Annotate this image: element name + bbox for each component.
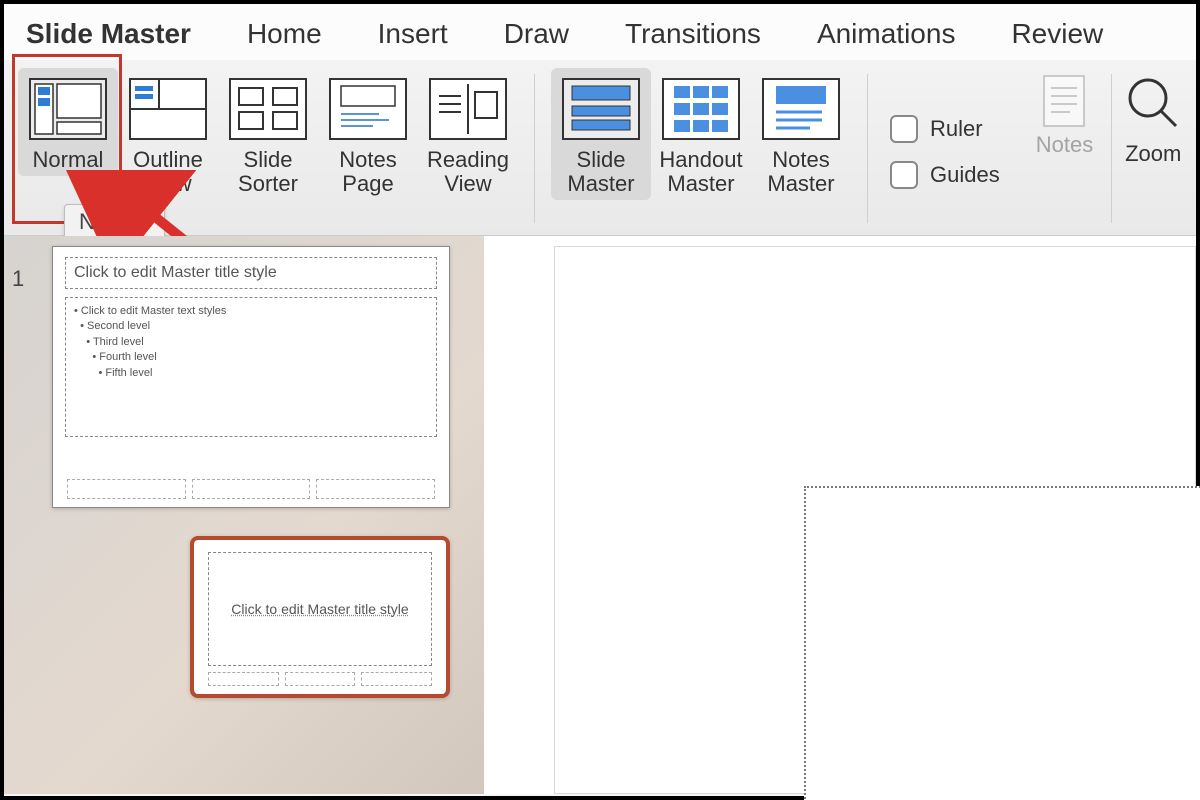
content-placeholder[interactable]: [804, 486, 1200, 800]
group-separator: [1111, 74, 1112, 223]
slide-sorter-icon: [227, 74, 309, 144]
normal-view-label: Normal: [33, 148, 104, 172]
slide-sorter-label: Slide Sorter: [238, 148, 298, 196]
handout-master-icon: [660, 74, 742, 144]
tab-draw[interactable]: Draw: [504, 18, 569, 50]
main-area: 1 Click to edit Master title style • Cli…: [4, 236, 1196, 794]
ribbon-tabs: Slide Master Home Insert Draw Transition…: [4, 4, 1196, 60]
tab-home[interactable]: Home: [247, 18, 322, 50]
ribbon: Normal Outline View: [4, 60, 1196, 236]
guides-label: Guides: [930, 162, 1000, 188]
reading-view-button[interactable]: Reading View: [418, 68, 518, 200]
thumb-title-placeholder: Click to edit Master title style: [231, 601, 408, 617]
slide-thumbnails-pane[interactable]: 1 Click to edit Master title style • Cli…: [4, 236, 484, 794]
notes-button[interactable]: Notes: [1024, 68, 1109, 229]
reading-view-label: Reading View: [427, 148, 509, 196]
notes-page-label: Notes Page: [339, 148, 396, 196]
slide-canvas[interactable]: [484, 236, 1196, 794]
outline-view-label: Outline View: [133, 148, 203, 196]
slide-master-label: Slide Master: [567, 148, 634, 196]
notes-master-button[interactable]: Notes Master: [751, 68, 851, 200]
zoom-label: Zoom: [1125, 141, 1181, 167]
notes-page-icon: [327, 74, 409, 144]
group-separator: [534, 74, 535, 223]
checkbox-icon: [890, 161, 918, 189]
notes-icon: [1042, 74, 1086, 128]
notes-label: Notes: [1036, 132, 1093, 158]
thumb-title-placeholder: Click to edit Master title style: [74, 264, 428, 282]
handout-master-label: Handout Master: [659, 148, 742, 196]
tooltip-normal: Normal: [64, 204, 165, 240]
tab-animations[interactable]: Animations: [817, 18, 956, 50]
ruler-label: Ruler: [930, 116, 983, 142]
reading-view-icon: [427, 74, 509, 144]
layout-thumbnail-selected[interactable]: Click to edit Master title style: [190, 536, 450, 698]
tab-insert[interactable]: Insert: [378, 18, 448, 50]
master-thumbnail[interactable]: Click to edit Master title style • Click…: [52, 246, 450, 508]
guides-checkbox[interactable]: Guides: [890, 161, 1000, 189]
notes-master-label: Notes Master: [767, 148, 834, 196]
slide-master-icon: [560, 74, 642, 144]
ruler-checkbox[interactable]: Ruler: [890, 115, 1000, 143]
thumb-body-placeholder: • Click to edit Master text styles • Sec…: [74, 304, 428, 381]
group-show: Ruler Guides: [870, 68, 1024, 229]
handout-master-button[interactable]: Handout Master: [651, 68, 751, 200]
outline-view-icon: [127, 74, 209, 144]
magnifier-icon: [1124, 74, 1182, 137]
group-master-views: Slide Master Handout Master: [537, 68, 865, 229]
group-separator: [867, 74, 868, 223]
thumb-footer-placeholders: [67, 479, 435, 499]
tab-slide-master[interactable]: Slide Master: [26, 18, 191, 50]
thumb-footer-placeholders: [208, 672, 432, 686]
outline-view-button[interactable]: Outline View: [118, 68, 218, 200]
notes-page-button[interactable]: Notes Page: [318, 68, 418, 200]
normal-view-button[interactable]: Normal: [18, 68, 118, 176]
zoom-button[interactable]: Zoom: [1114, 68, 1192, 229]
normal-view-icon: [27, 74, 109, 144]
tab-review[interactable]: Review: [1011, 18, 1103, 50]
slide-number: 1: [12, 266, 24, 292]
slide-sorter-button[interactable]: Slide Sorter: [218, 68, 318, 200]
notes-master-icon: [760, 74, 842, 144]
tab-transitions[interactable]: Transitions: [625, 18, 761, 50]
slide-master-button[interactable]: Slide Master: [551, 68, 651, 200]
checkbox-icon: [890, 115, 918, 143]
